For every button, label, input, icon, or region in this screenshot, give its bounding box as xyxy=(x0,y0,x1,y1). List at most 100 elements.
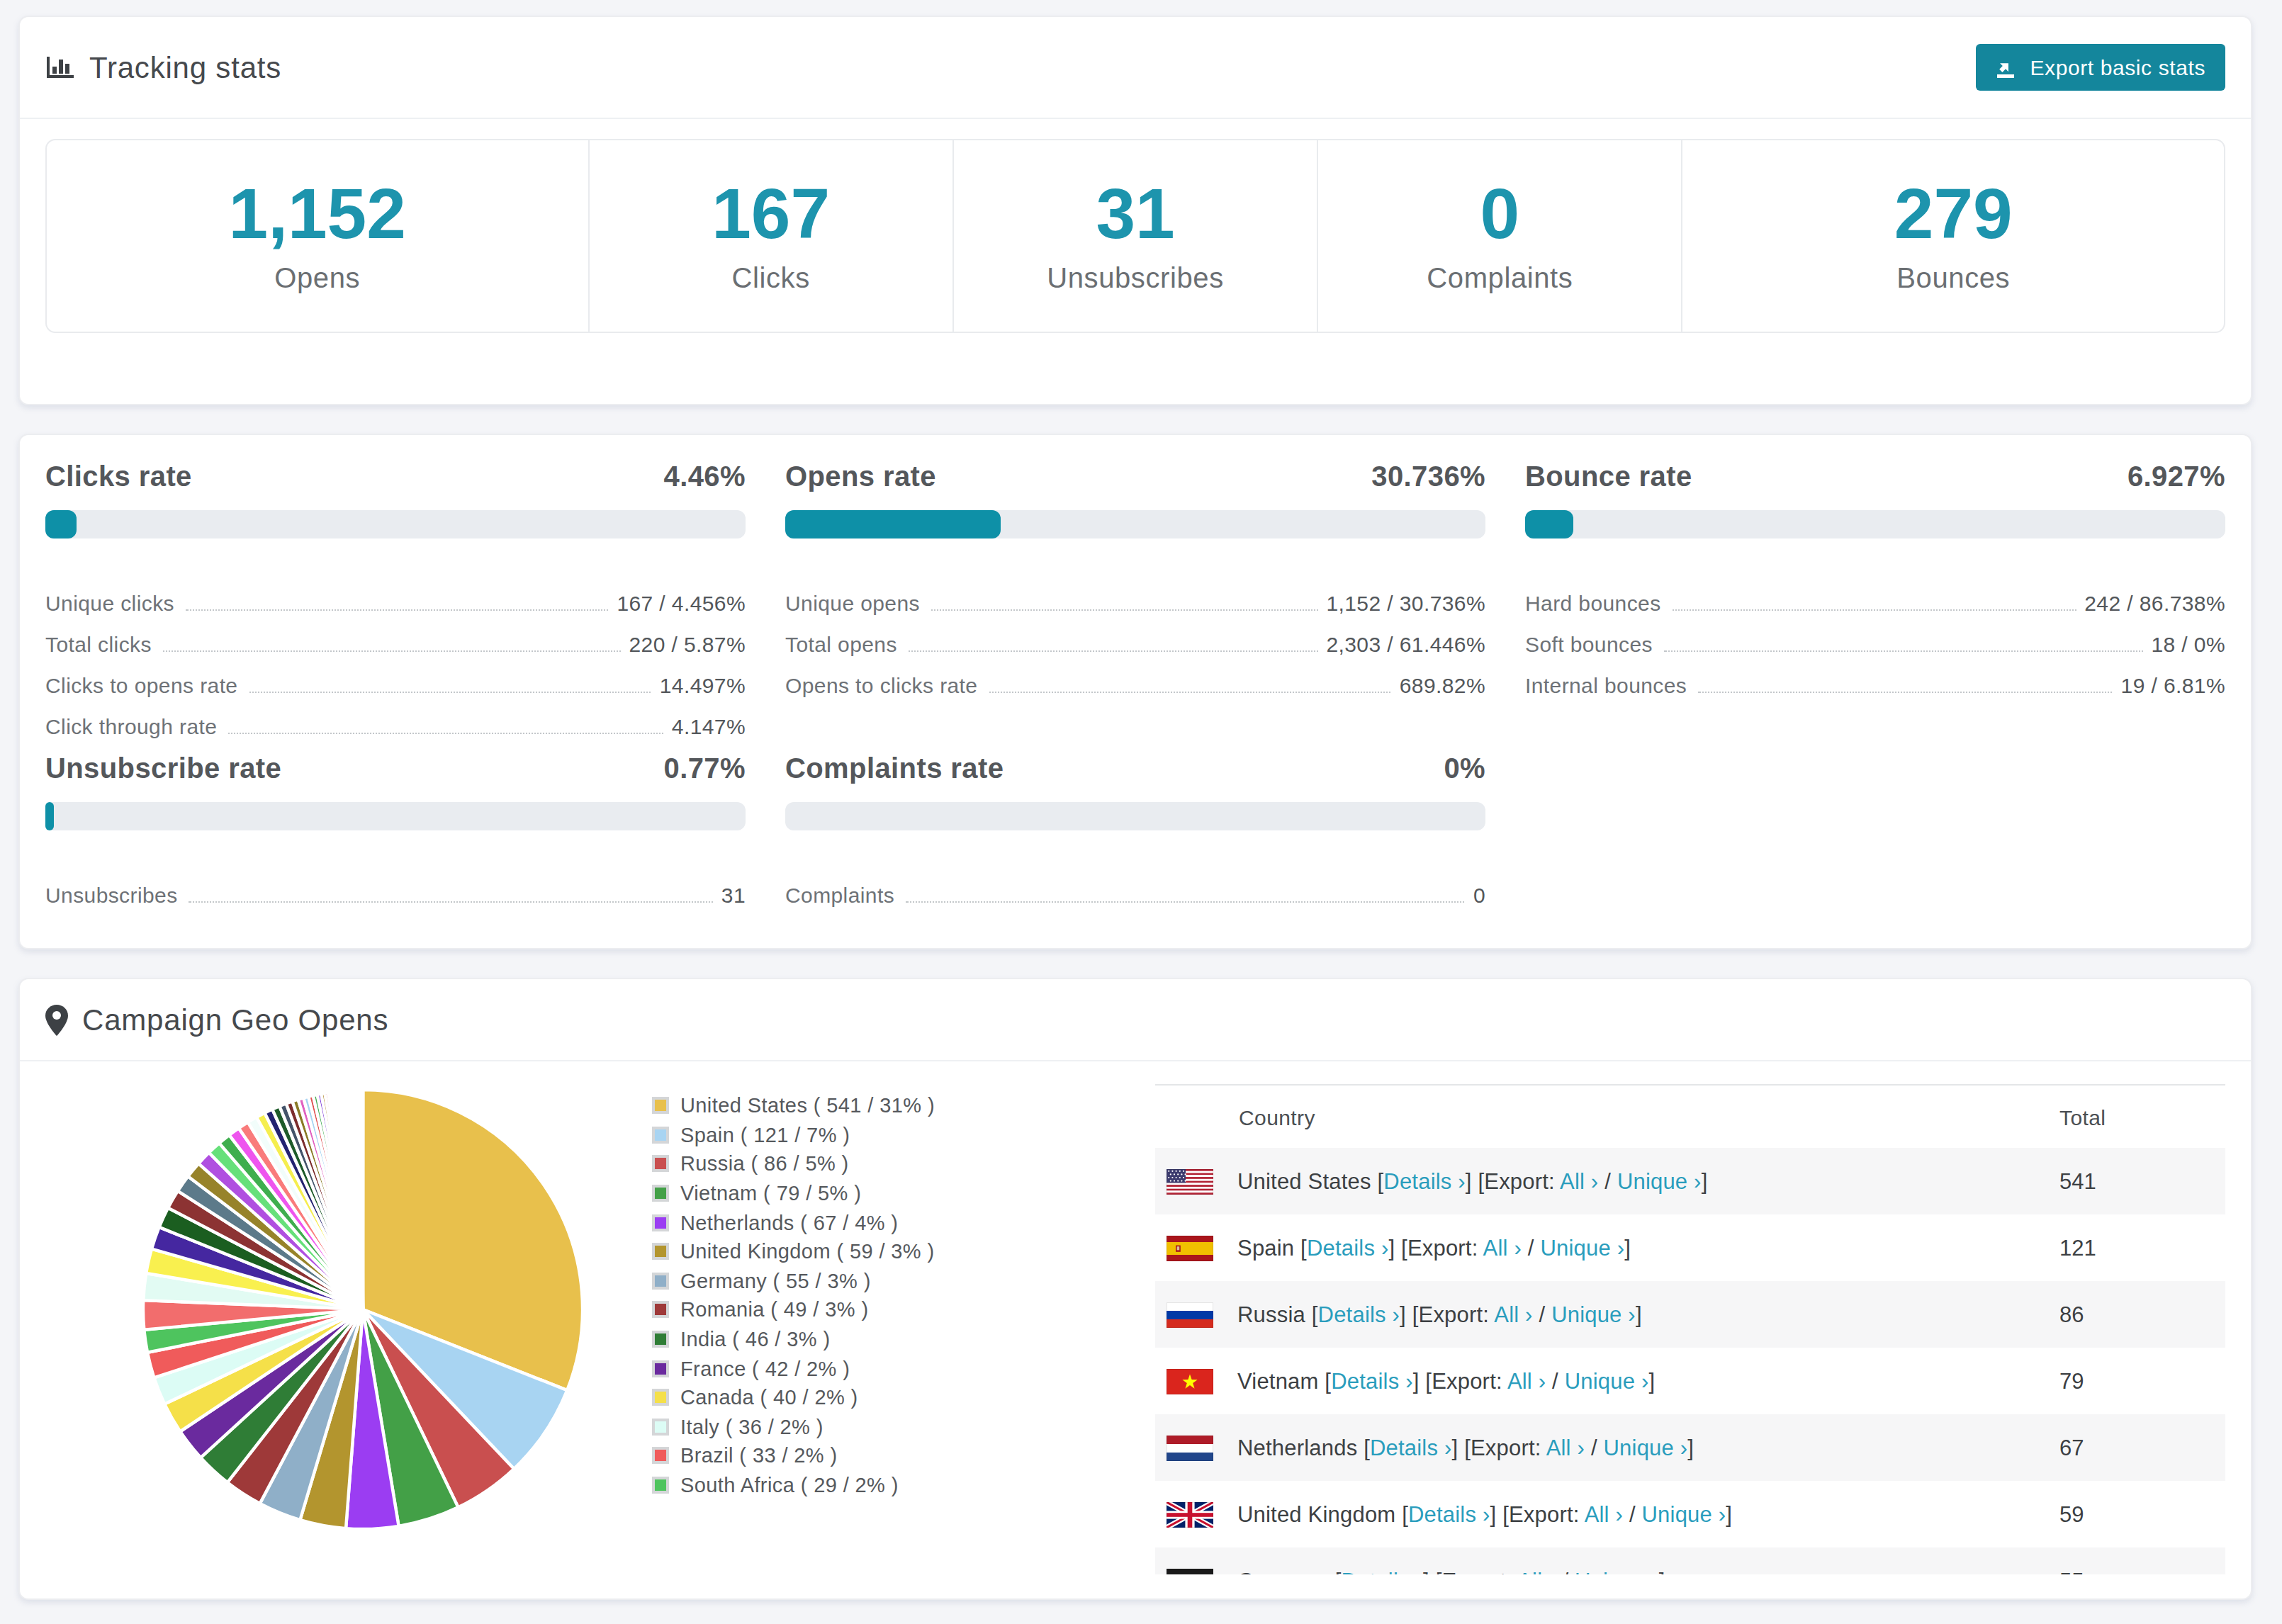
export-unique-link[interactable]: Unique › xyxy=(1604,1435,1688,1459)
details-link[interactable]: Details › xyxy=(1318,1302,1400,1326)
details-link[interactable]: Details › xyxy=(1307,1235,1389,1259)
details-link[interactable]: Details › xyxy=(1370,1435,1452,1459)
rate-progress-bar xyxy=(785,802,1485,830)
export-basic-stats-label: Export basic stats xyxy=(2030,55,2205,79)
details-link[interactable]: Details › xyxy=(1383,1168,1466,1192)
geo-table-header-country: Country xyxy=(1155,1086,2059,1148)
export-unique-link[interactable]: Unique › xyxy=(1642,1501,1726,1526)
geo-total-cell: 59 xyxy=(2059,1501,2084,1526)
rate-progress-bar xyxy=(45,802,746,830)
rate-panel-value: 0% xyxy=(1444,752,1485,785)
export-all-link[interactable]: All › xyxy=(1483,1235,1522,1259)
rate-panel-title: Bounce rate xyxy=(1525,461,1692,493)
dotted-leader xyxy=(189,901,713,903)
export-all-link[interactable]: All › xyxy=(1494,1302,1532,1326)
legend-label: Italy ( 36 / 2% ) xyxy=(680,1416,824,1438)
legend-swatch xyxy=(652,1214,669,1231)
stat-value: 0 xyxy=(1480,178,1520,249)
details-link[interactable]: Details › xyxy=(1408,1501,1490,1526)
rate-detail-row: Hard bounces242 / 86.738% xyxy=(1525,574,2225,615)
geo-country-cell: United Kingdom [Details ›] [Export: All … xyxy=(1237,1501,1732,1527)
legend-swatch xyxy=(652,1448,669,1465)
rate-detail-value: 1,152 / 30.736% xyxy=(1326,592,1485,615)
legend-label: Germany ( 55 / 3% ) xyxy=(680,1270,871,1292)
legend-swatch xyxy=(652,1273,669,1290)
legend-swatch xyxy=(652,1127,669,1144)
rate-detail-row: Unsubscribes31 xyxy=(45,866,746,907)
legend-label: Spain ( 121 / 7% ) xyxy=(680,1124,850,1146)
rate-detail-value: 220 / 5.87% xyxy=(629,633,746,656)
rate-detail-value: 19 / 6.81% xyxy=(2121,674,2225,697)
stats-summary: 1,152Opens167Clicks31Unsubscribes0Compla… xyxy=(45,139,2225,333)
geo-country-cell: Netherlands [Details ›] [Export: All › /… xyxy=(1237,1435,1694,1460)
stat-value: 31 xyxy=(1096,178,1174,249)
rate-detail-value: 689.82% xyxy=(1400,674,1485,697)
legend-label: United Kingdom ( 59 / 3% ) xyxy=(680,1241,935,1263)
stat-complaints: 0 Complaints xyxy=(1318,140,1682,332)
geo-row-gb: United Kingdom [Details ›] [Export: All … xyxy=(1155,1481,2225,1547)
export-all-link[interactable]: All › xyxy=(1585,1501,1623,1526)
rate-detail-value: 2,303 / 61.446% xyxy=(1326,633,1485,656)
export-unique-link[interactable]: Unique › xyxy=(1551,1302,1636,1326)
legend-label: United States ( 541 / 31% ) xyxy=(680,1095,935,1117)
legend-item: Russia ( 86 / 5% ) xyxy=(652,1149,935,1178)
details-link[interactable]: Details › xyxy=(1342,1568,1424,1574)
geo-total-cell: 541 xyxy=(2059,1168,2096,1192)
rate-progress-bar xyxy=(785,510,1485,538)
rate-detail-label: Unique opens xyxy=(785,592,920,615)
rate-detail-label: Clicks to opens rate xyxy=(45,674,237,697)
stat-label: Bounces xyxy=(1896,261,2010,294)
flag-icon-nl xyxy=(1167,1435,1213,1460)
geo-total-cell: 121 xyxy=(2059,1235,2096,1259)
details-link[interactable]: Details › xyxy=(1331,1368,1413,1392)
legend-item: Italy ( 36 / 2% ) xyxy=(652,1412,935,1441)
legend-label: Brazil ( 33 / 2% ) xyxy=(680,1445,838,1467)
geo-country-cell: Germany [Details ›] [Export: All › / Uni… xyxy=(1237,1568,1665,1574)
dotted-leader xyxy=(931,609,1318,611)
tracking-stats-title: Tracking stats xyxy=(45,50,281,84)
rate-detail-label: Unsubscribes xyxy=(45,884,178,907)
export-basic-stats-button[interactable]: Export basic stats xyxy=(1976,44,2225,91)
export-unique-link[interactable]: Unique › xyxy=(1575,1568,1659,1574)
rate-panel-title: Clicks rate xyxy=(45,461,192,493)
export-unique-link[interactable]: Unique › xyxy=(1617,1168,1702,1192)
flag-icon-us xyxy=(1167,1168,1213,1194)
stat-value: 1,152 xyxy=(229,178,406,249)
export-unique-link[interactable]: Unique › xyxy=(1540,1235,1624,1259)
geo-title: Campaign Geo Opens xyxy=(45,1003,388,1037)
legend-item: Germany ( 55 / 3% ) xyxy=(652,1266,935,1295)
flag-icon-ru xyxy=(1167,1302,1213,1327)
rate-panel-value: 6.927% xyxy=(2128,461,2225,493)
geo-country-cell: Spain [Details ›] [Export: All › / Uniqu… xyxy=(1237,1235,1631,1261)
geo-row-vn: Vietnam [Details ›] [Export: All › / Uni… xyxy=(1155,1348,2225,1414)
legend-item: United States ( 541 / 31% ) xyxy=(652,1091,935,1120)
dotted-leader xyxy=(1673,609,2076,611)
rate-detail-value: 167 / 4.456% xyxy=(617,592,746,615)
legend-item: South Africa ( 29 / 2% ) xyxy=(652,1470,935,1499)
legend-item: Brazil ( 33 / 2% ) xyxy=(652,1441,935,1470)
geo-row-us: United States [Details ›] [Export: All ›… xyxy=(1155,1148,2225,1214)
stat-label: Complaints xyxy=(1427,261,1573,294)
rate-detail-label: Complaints xyxy=(785,884,894,907)
bar-chart-icon xyxy=(45,52,75,82)
export-all-link[interactable]: All › xyxy=(1546,1435,1585,1459)
rate-detail-row: Internal bounces19 / 6.81% xyxy=(1525,656,2225,697)
rate-panel-bounce-rate: Bounce rate 6.927% Hard bounces242 / 86.73… xyxy=(1525,461,2225,738)
legend-label: France ( 42 / 2% ) xyxy=(680,1357,850,1380)
rate-panel-opens-rate: Opens rate30.736%Unique opens1,152 / 30.… xyxy=(785,461,1485,738)
flag-icon-de xyxy=(1167,1568,1213,1574)
stat-value: 279 xyxy=(1894,178,2013,249)
export-all-link[interactable]: All › xyxy=(1517,1568,1556,1574)
geo-table-header-total: Total xyxy=(2059,1086,2225,1148)
rate-detail-label: Soft bounces xyxy=(1525,633,1653,656)
export-all-link[interactable]: All › xyxy=(1507,1368,1546,1392)
rate-progress-bar xyxy=(1525,510,2225,538)
export-all-link[interactable]: All › xyxy=(1560,1168,1598,1192)
export-unique-link[interactable]: Unique › xyxy=(1565,1368,1649,1392)
rate-progress-fill xyxy=(785,510,1001,538)
dashboard-page: Tracking stats Export basic stats 1,152 O… xyxy=(0,0,2282,1624)
stat-label: Clicks xyxy=(731,261,809,294)
geo-title-text: Campaign Geo Opens xyxy=(82,1003,388,1037)
rate-detail-row: Unique opens 1,152 / 30.736% xyxy=(785,574,1485,615)
rate-detail-label: Hard bounces xyxy=(1525,592,1661,615)
